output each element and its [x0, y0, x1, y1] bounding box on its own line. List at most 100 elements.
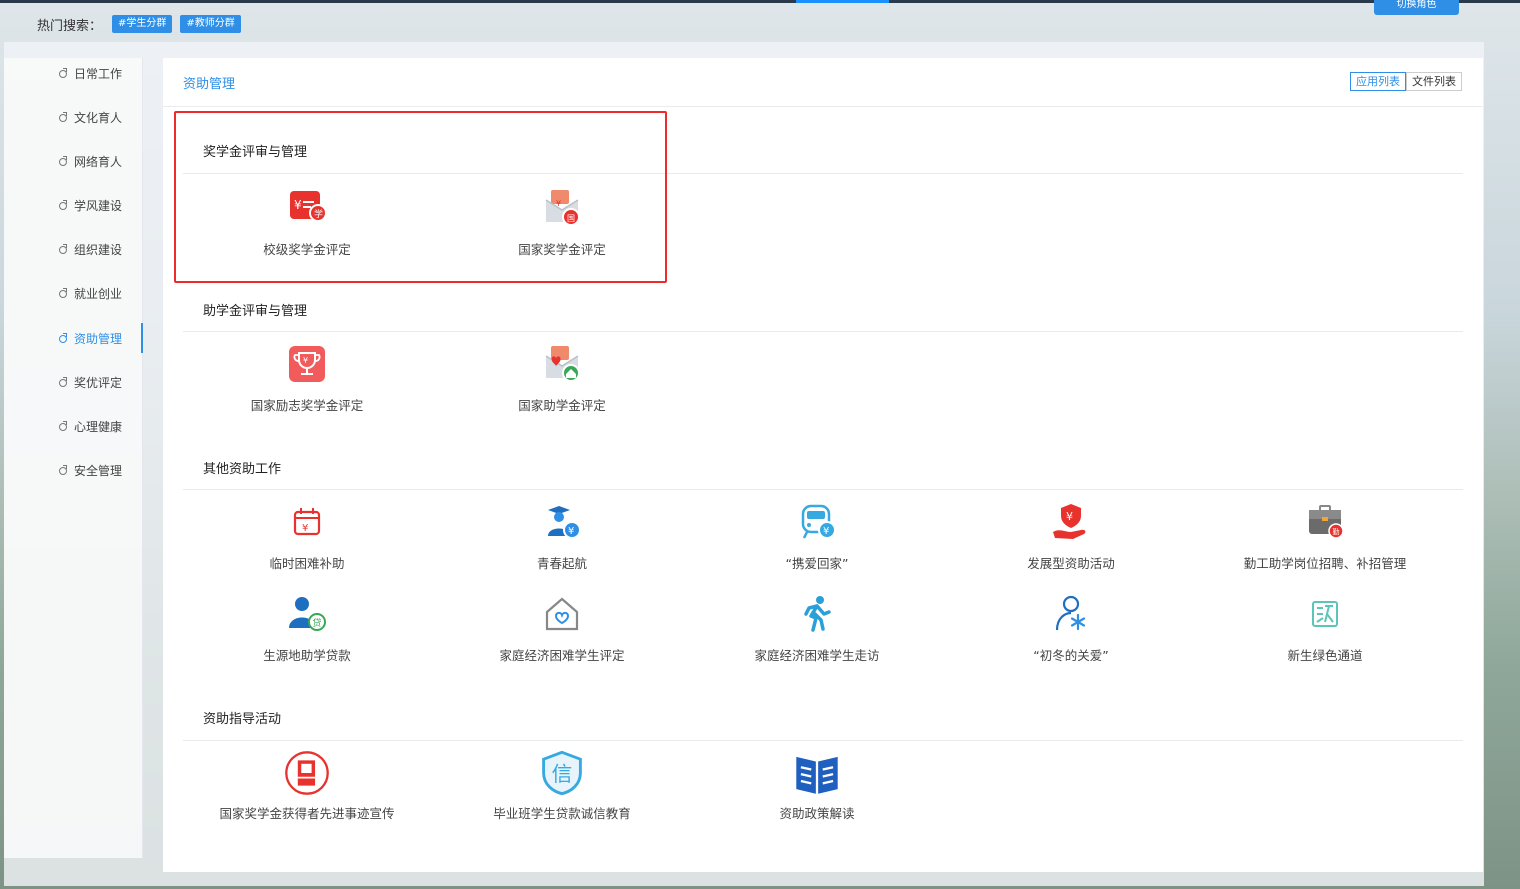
app-early-winter-care[interactable]: “初冬的关爱”: [944, 594, 1198, 674]
app-label: “携爱回家”: [785, 556, 849, 571]
graduate-yuan-icon: ¥: [548, 506, 581, 539]
section-title: 助学金评审与管理: [203, 304, 308, 319]
sidebar-item-daily-work[interactable]: 日常工作: [4, 58, 142, 88]
app-hardship-student-visit[interactable]: 家庭经济困难学生走访: [690, 594, 944, 674]
sidebar-item-mental-health[interactable]: 心理健康: [4, 411, 142, 441]
svg-text:贷: 贷: [313, 617, 322, 629]
sidebar-item-culture[interactable]: 文化育人: [4, 102, 142, 132]
sidebar-item-label: 学风建设: [74, 198, 123, 213]
person-snowflake-icon: [1055, 595, 1086, 631]
person-loan-icon: 贷: [289, 597, 326, 631]
app-temporary-hardship-aid[interactable]: ¥ 临时困难补助: [180, 502, 434, 582]
app-label: 国家奖学金获得者先进事迹宣传: [219, 806, 395, 821]
panel-header: 资助管理 应用列表 文件列表: [163, 58, 1483, 107]
apple-icon: [58, 244, 68, 254]
app-label: 毕业班学生贷款诚信教育: [493, 806, 631, 821]
section-divider: [183, 331, 1463, 332]
app-label: 青春起航: [536, 556, 587, 571]
hot-search-label: 热门搜索：: [37, 18, 103, 34]
sidebar-item-label: 心理健康: [74, 419, 123, 434]
apple-icon: [58, 156, 68, 166]
trophy-icon: ¥: [289, 346, 325, 382]
apple-icon: [58, 465, 68, 475]
calendar-yuan-icon: ¥: [293, 508, 321, 536]
view-switch: 应用列表 文件列表: [1350, 72, 1462, 91]
sidebar-item-safety[interactable]: 安全管理: [4, 455, 142, 485]
file-list-tab[interactable]: 文件列表: [1406, 72, 1462, 91]
house-heart-icon: [545, 597, 579, 631]
hot-tag-student-group[interactable]: #学生分群: [112, 15, 173, 33]
sidebar-item-network[interactable]: 网络育人: [4, 146, 142, 176]
app-label: 国家助学金评定: [518, 398, 606, 413]
hot-search: 热门搜索： #学生分群 #教师分群: [37, 14, 241, 34]
sidebar-item-label: 安全管理: [74, 463, 123, 478]
sidebar-item-employment[interactable]: 就业创业: [4, 278, 142, 308]
apple-icon: [58, 68, 68, 78]
sidebar-item-label: 日常工作: [74, 66, 123, 81]
svg-text:信: 信: [552, 762, 573, 786]
svg-text:¥: ¥: [823, 526, 829, 537]
top-bar: [0, 0, 1520, 3]
apple-icon: [58, 288, 68, 298]
book-circle-icon: [285, 751, 329, 795]
top-bar-active-indicator: [796, 0, 889, 3]
sidebar-item-label: 组织建设: [74, 242, 123, 257]
app-encouragement-scholarship[interactable]: ¥ 国家励志奖学金评定: [180, 344, 434, 424]
sidebar-item-financial-aid[interactable]: 资助管理: [4, 323, 143, 353]
app-label: 新生绿色通道: [1287, 648, 1363, 663]
app-freshman-green-channel[interactable]: 新生绿色通道: [1198, 594, 1452, 674]
app-label: “初冬的关爱”: [1033, 648, 1109, 663]
app-developmental-aid[interactable]: ¥ 发展型资助活动: [944, 502, 1198, 582]
app-youth-setting-sail[interactable]: ¥ 青春起航: [435, 502, 689, 582]
national-grant-icon: [545, 346, 580, 382]
sidebar-item-study-style[interactable]: 学风建设: [4, 190, 142, 220]
section-divider: [183, 740, 1463, 741]
sidebar-item-awards[interactable]: 奖优评定: [4, 367, 142, 397]
sidebar-item-organization[interactable]: 组织建设: [4, 234, 142, 264]
svg-text:勤: 勤: [1333, 527, 1340, 536]
svg-text:¥: ¥: [1066, 510, 1073, 523]
svg-text:¥: ¥: [568, 526, 574, 537]
apple-icon: [58, 112, 68, 122]
app-label: 家庭经济困难学生评定: [499, 648, 625, 663]
section-title: 资助指导活动: [203, 712, 282, 727]
app-label: 资助政策解读: [779, 806, 855, 821]
sidebar-item-label: 资助管理: [74, 331, 123, 346]
sidebar: 日常工作 文化育人 网络育人 学风建设 组织建设 就业创业 资助管理 奖优评定 …: [4, 58, 143, 858]
switch-role-button[interactable]: 切换角色: [1374, 0, 1459, 15]
svg-text:¥: ¥: [302, 523, 308, 534]
section-title: 其他资助工作: [203, 462, 282, 477]
app-scholarship-winners-promotion[interactable]: 国家奖学金获得者先进事迹宣传: [180, 750, 434, 830]
sidebar-item-label: 奖优评定: [74, 375, 123, 390]
highlight-box: [174, 111, 667, 283]
sidebar-item-label: 文化育人: [74, 110, 123, 125]
app-student-loan[interactable]: 贷 生源地助学贷款: [180, 594, 434, 674]
apple-icon: [58, 377, 68, 387]
app-label: 生源地助学贷款: [263, 648, 351, 663]
app-work-study-recruitment[interactable]: 勤 勤工助学岗位招聘、补招管理: [1198, 502, 1452, 582]
app-label: 发展型资助活动: [1027, 556, 1115, 571]
active-indicator: [141, 323, 143, 353]
open-book-icon: [796, 756, 838, 794]
breadcrumb[interactable]: 资助管理: [183, 73, 235, 92]
app-love-home[interactable]: ¥ “携爱回家”: [690, 502, 944, 582]
sidebar-item-label: 就业创业: [74, 286, 123, 301]
hand-shield-yuan-icon: ¥: [1053, 504, 1086, 539]
apple-icon: [58, 333, 68, 343]
app-label: 勤工助学岗位招聘、补招管理: [1243, 556, 1407, 571]
apple-icon: [58, 421, 68, 431]
app-label: 家庭经济困难学生走访: [754, 648, 880, 663]
hot-tag-teacher-group[interactable]: #教师分群: [180, 15, 241, 33]
green-channel-icon: [1312, 601, 1338, 627]
app-hardship-student-evaluation[interactable]: 家庭经济困难学生评定: [435, 594, 689, 674]
apple-icon: [58, 200, 68, 210]
briefcase-icon: 勤: [1309, 505, 1344, 539]
sidebar-item-label: 网络育人: [74, 154, 123, 169]
shield-trust-icon: 信: [542, 750, 582, 796]
app-list-tab[interactable]: 应用列表: [1350, 72, 1406, 91]
train-yuan-icon: ¥: [801, 504, 836, 539]
app-label: 国家励志奖学金评定: [250, 398, 364, 413]
app-aid-policy-interpretation[interactable]: 资助政策解读: [690, 750, 944, 830]
app-national-grant[interactable]: 国家助学金评定: [435, 344, 689, 424]
app-graduate-loan-integrity[interactable]: 信 毕业班学生贷款诚信教育: [435, 750, 689, 830]
